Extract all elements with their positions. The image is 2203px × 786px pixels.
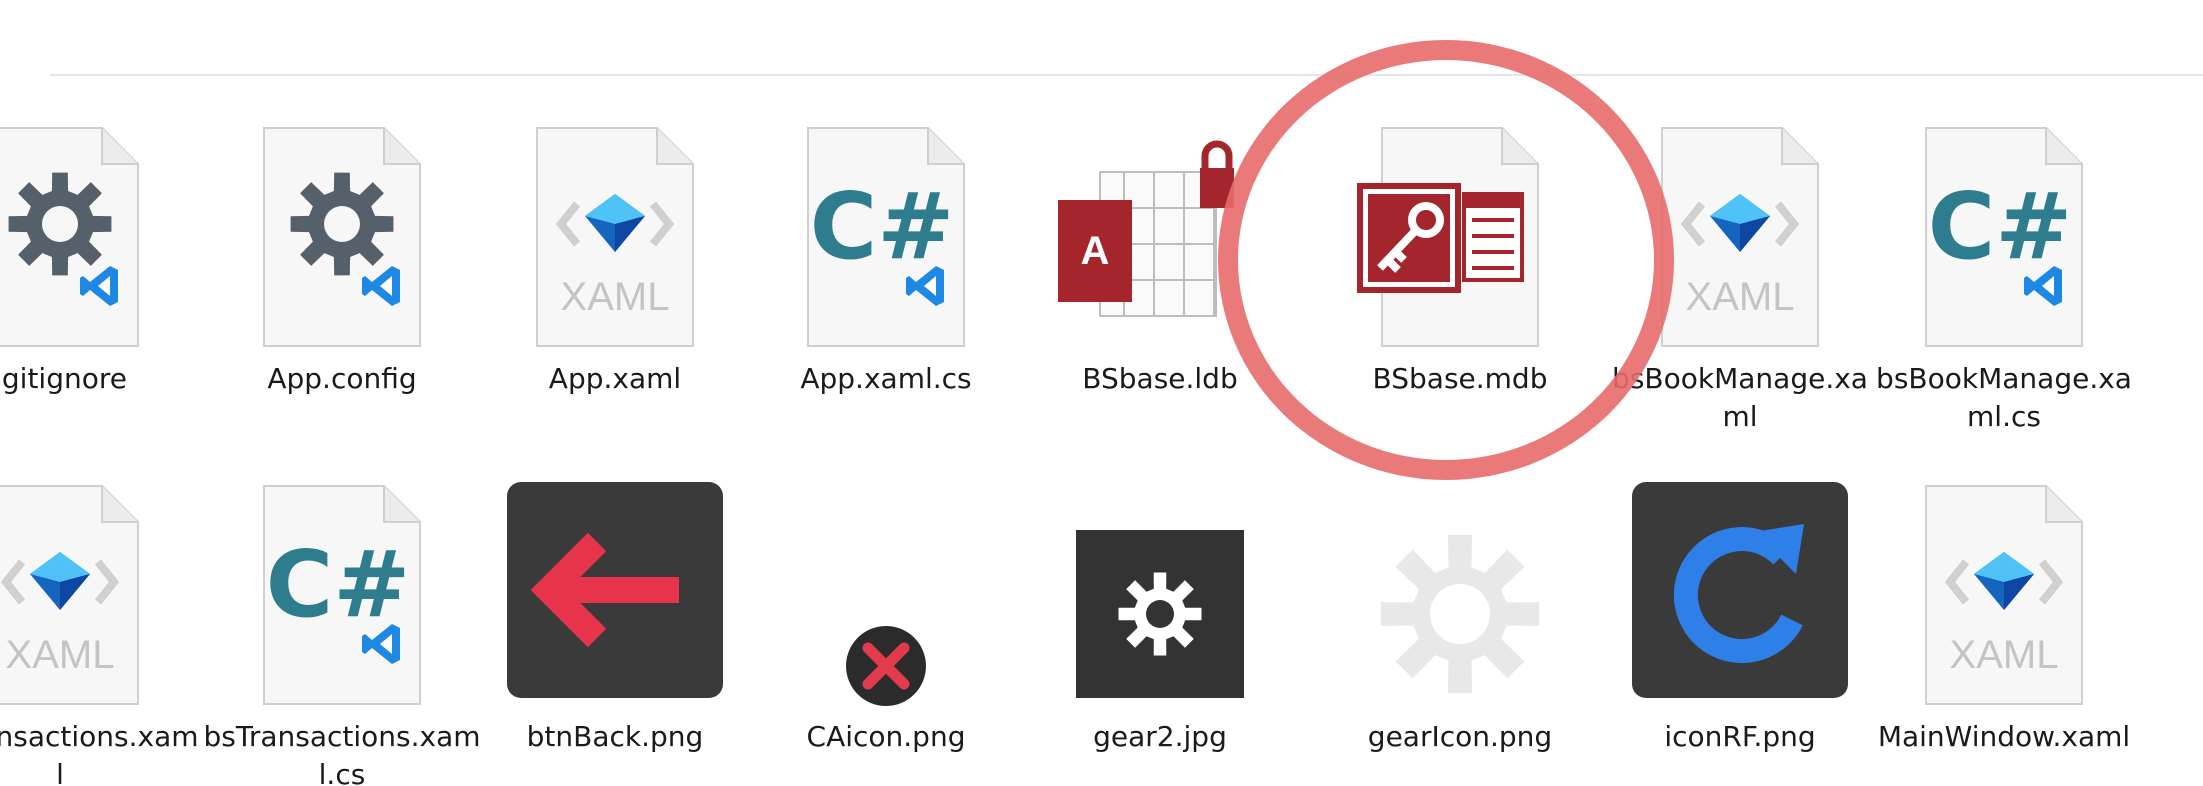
file-item-bsbookmanage-xaml-cs[interactable]: C# bsBookManage.xaml.cs bbox=[1876, 112, 2132, 433]
xaml-icon-text: XAML bbox=[1950, 633, 2059, 677]
file-name-label: App.config bbox=[267, 362, 417, 395]
xaml-icon-text: XAML bbox=[561, 275, 670, 319]
red-x-image-icon bbox=[766, 470, 1006, 710]
csharp-icon-text: C# bbox=[266, 531, 411, 638]
file-item-mainwindow-xaml[interactable]: XAML MainWindow.xaml bbox=[1878, 470, 2130, 780]
file-name-label: btnBack.png bbox=[526, 720, 704, 753]
file-name-label: bsBookManage.xaml.cs bbox=[1876, 362, 2132, 433]
refresh-image-icon bbox=[1620, 470, 1860, 710]
file-name-label: gear2.jpg bbox=[1093, 720, 1227, 753]
highlight-circle-annotation bbox=[1218, 40, 1674, 480]
file-name-label: CAicon.png bbox=[806, 720, 966, 753]
light-gear-image-icon bbox=[1340, 470, 1580, 710]
file-name-label: App.xaml bbox=[548, 362, 682, 395]
file-name-label: gearIcon.png bbox=[1367, 720, 1553, 753]
dark-gear-image-icon bbox=[1040, 470, 1280, 710]
file-name-label: .gitignore bbox=[0, 362, 127, 395]
csharp-icon-text: C# bbox=[1928, 173, 2073, 280]
file-item-gearicon-png[interactable]: gearIcon.png bbox=[1340, 470, 1580, 780]
file-item-gear2-jpg[interactable]: gear2.jpg bbox=[1040, 470, 1280, 780]
xaml-file-icon: XAML bbox=[0, 470, 180, 710]
csharp-file-icon: C# bbox=[222, 470, 462, 710]
file-item-app-config[interactable]: App.config bbox=[222, 112, 462, 422]
xaml-icon-text: XAML bbox=[6, 633, 115, 677]
file-item-app-xaml[interactable]: XAML App.xaml bbox=[495, 112, 735, 422]
back-arrow-image-icon bbox=[495, 470, 735, 710]
file-name-label: iconRF.png bbox=[1664, 720, 1816, 753]
file-item-ignore[interactable]: .gitignore bbox=[0, 112, 180, 422]
file-item-caicon-png[interactable]: CAicon.png bbox=[766, 470, 1006, 780]
header-divider bbox=[50, 74, 2203, 76]
file-explorer-large-icons-view: .gitignore App.config XAML App.xaml C# Ap… bbox=[0, 0, 2203, 786]
csharp-file-icon: C# bbox=[1884, 112, 2124, 352]
access-icon-text: A bbox=[1081, 229, 1110, 273]
file-item-btnback-png[interactable]: btnBack.png bbox=[495, 470, 735, 780]
xaml-file-icon: XAML bbox=[495, 112, 735, 352]
file-item-app-xaml-cs[interactable]: C# App.xaml.cs bbox=[766, 112, 1006, 422]
xaml-icon-text: XAML bbox=[1686, 275, 1795, 319]
vscode-gear-file-icon bbox=[222, 112, 462, 352]
file-item-bstransactions-xaml[interactable]: XAML bsTransactions.xaml bbox=[0, 470, 199, 786]
vscode-gear-file-icon bbox=[0, 112, 180, 352]
file-item-bstransactions-xaml-cs[interactable]: C# bsTransactions.xaml.cs bbox=[203, 470, 481, 786]
csharp-file-icon: C# bbox=[766, 112, 1006, 352]
file-name-label: bsTransactions.xaml.cs bbox=[203, 720, 481, 786]
file-name-label: MainWindow.xaml bbox=[1877, 720, 2131, 753]
xaml-file-icon: XAML bbox=[1884, 470, 2124, 710]
file-name-label: bsTransactions.xaml bbox=[0, 720, 199, 786]
file-item-iconrf-png[interactable]: iconRF.png bbox=[1620, 470, 1860, 780]
file-name-label: App.xaml.cs bbox=[800, 362, 972, 395]
csharp-icon-text: C# bbox=[810, 173, 955, 280]
